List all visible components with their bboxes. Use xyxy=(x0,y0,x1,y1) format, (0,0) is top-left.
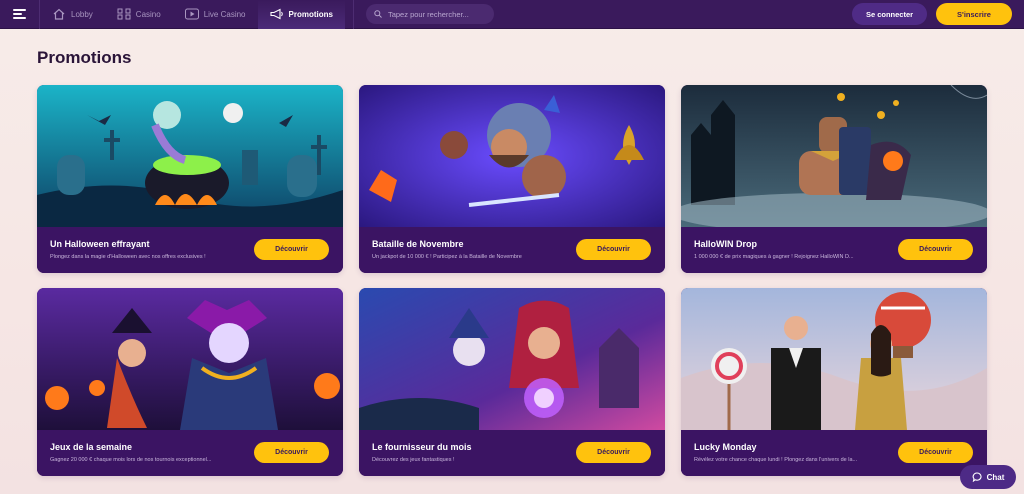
promo-image-jeux-semaine xyxy=(37,288,343,430)
promo-info: HalloWIN Drop 1 000 000 € de prix magiqu… xyxy=(681,227,987,273)
promo-card-fournisseur[interactable]: Le fournisseur du mois Découvrez des jeu… xyxy=(359,288,665,476)
promo-description: Plongez dans la magie d'Halloween avec n… xyxy=(50,254,206,260)
nav-label-promotions: Promotions xyxy=(288,9,333,19)
nav-item-promotions[interactable]: Promotions xyxy=(257,0,345,29)
nav-divider xyxy=(352,0,354,29)
discover-button[interactable]: Découvrir xyxy=(898,239,973,260)
nav-item-casino[interactable]: Casino xyxy=(105,0,173,29)
nav-label-lobby: Lobby xyxy=(71,9,93,19)
promo-image-hallowin xyxy=(681,85,987,227)
promo-title: Un Halloween effrayant xyxy=(50,239,150,249)
promo-card-halloween[interactable]: Un Halloween effrayant Plongez dans la m… xyxy=(37,85,343,273)
play-icon xyxy=(184,8,199,20)
signup-button[interactable]: S'inscrire xyxy=(936,3,1012,25)
promo-card-hallowin[interactable]: HalloWIN Drop 1 000 000 € de prix magiqu… xyxy=(681,85,987,273)
discover-button[interactable]: Découvrir xyxy=(254,442,329,463)
home-icon xyxy=(53,8,65,20)
promo-description: 1 000 000 € de prix magiques à gagner ! … xyxy=(694,254,854,260)
promo-title: HalloWIN Drop xyxy=(694,239,757,249)
megaphone-icon xyxy=(269,8,283,20)
search-placeholder: Tapez pour rechercher... xyxy=(387,9,469,19)
search-icon xyxy=(374,10,382,18)
promo-info: Jeux de la semaine Gagnez 20 000 € chaqu… xyxy=(37,430,343,476)
nav-label-live-casino: Live Casino xyxy=(203,9,246,19)
auth-buttons: Se connecter S'inscrire xyxy=(852,3,1024,25)
promo-image-fournisseur xyxy=(359,288,665,430)
menu-button[interactable] xyxy=(0,0,40,29)
page-title: Promotions xyxy=(37,48,132,67)
promo-title: Lucky Monday xyxy=(694,442,757,452)
login-button[interactable]: Se connecter xyxy=(852,3,927,25)
promo-image-lucky-monday xyxy=(681,288,987,430)
promo-card-bataille[interactable]: Bataille de Novembre Un jackpot de 10 00… xyxy=(359,85,665,273)
promo-info: Le fournisseur du mois Découvrez des jeu… xyxy=(359,430,665,476)
promo-description: Gagnez 20 000 € chaque mois lors de nos … xyxy=(50,457,212,463)
hamburger-icon xyxy=(13,7,26,21)
promo-description: Découvrez des jeux fantastiques ! xyxy=(372,457,455,463)
promo-card-jeux-semaine[interactable]: Jeux de la semaine Gagnez 20 000 € chaqu… xyxy=(37,288,343,476)
nav-label-casino: Casino xyxy=(135,9,161,19)
search-input[interactable]: Tapez pour rechercher... xyxy=(365,4,494,24)
chat-label: Chat xyxy=(986,472,1005,482)
promo-card-lucky-monday[interactable]: Lucky Monday Révélez votre chance chaque… xyxy=(681,288,987,476)
promo-image-halloween xyxy=(37,85,343,227)
discover-button[interactable]: Découvrir xyxy=(576,442,651,463)
promo-description: Révélez votre chance chaque lundi ! Plon… xyxy=(694,457,858,463)
promo-title: Le fournisseur du mois xyxy=(372,442,472,452)
top-navigation-bar: Lobby Casino Live Casino Promotions Tape… xyxy=(0,0,1024,29)
promo-info: Un Halloween effrayant Plongez dans la m… xyxy=(37,227,343,273)
promo-title: Bataille de Novembre xyxy=(372,239,464,249)
promo-info: Bataille de Novembre Un jackpot de 10 00… xyxy=(359,227,665,273)
chat-bubble-icon xyxy=(972,472,982,482)
nav-item-lobby[interactable]: Lobby xyxy=(40,0,105,29)
promo-description: Un jackpot de 10 000 € ! Participez à la… xyxy=(372,254,522,260)
chat-button[interactable]: Chat xyxy=(960,465,1016,489)
promo-info: Lucky Monday Révélez votre chance chaque… xyxy=(681,430,987,476)
promo-title: Jeux de la semaine xyxy=(50,442,133,452)
promo-image-bataille xyxy=(359,85,665,227)
discover-button[interactable]: Découvrir xyxy=(254,239,329,260)
nav-item-live-casino[interactable]: Live Casino xyxy=(173,0,258,29)
grid-icon xyxy=(117,8,131,20)
main-nav: Lobby Casino Live Casino Promotions xyxy=(40,0,354,29)
discover-button[interactable]: Découvrir xyxy=(898,442,973,463)
discover-button[interactable]: Découvrir xyxy=(576,239,651,260)
